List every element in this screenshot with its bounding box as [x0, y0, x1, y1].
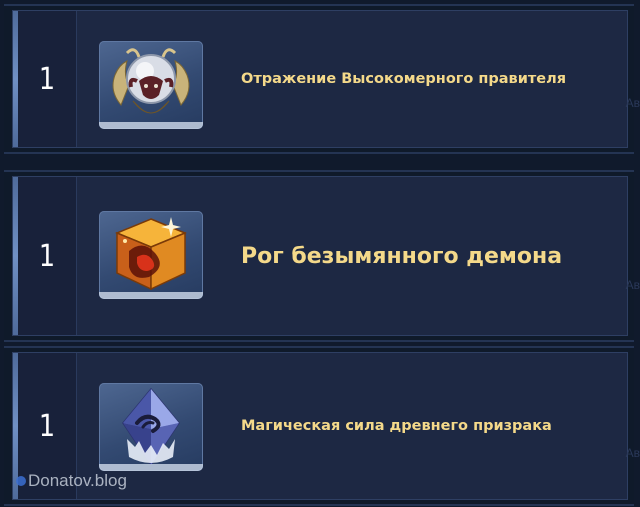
watermark-text: Donatov.blog	[28, 471, 127, 490]
ghost-text: Ав	[625, 96, 640, 110]
item-name: Рог безымянного демона	[241, 243, 563, 269]
watermark: Donatov.blog	[16, 471, 127, 491]
ghost-text: Ав	[625, 278, 640, 292]
item-name: Магическая сила древнего призрака	[241, 418, 552, 434]
reward-row: 1 Отражение Высокомерного правителя	[4, 4, 634, 154]
watermark-dot-icon	[16, 476, 26, 486]
item-count: 1	[38, 238, 56, 274]
item-count: 1	[38, 61, 56, 97]
reward-row-panel: 1 Рог безымянного демона	[12, 176, 628, 336]
blue-crystal-icon[interactable]	[99, 383, 203, 471]
fiery-cube-icon[interactable]	[99, 211, 203, 299]
ghost-text: Ав	[625, 446, 640, 460]
reward-row-panel: 1 Отражение Высокомерного правителя	[12, 10, 628, 148]
ram-skull-crest-icon[interactable]	[99, 41, 203, 129]
reward-row: 1 Рог безымянного демона	[4, 170, 634, 342]
item-name: Отражение Высокомерного правителя	[241, 71, 567, 87]
